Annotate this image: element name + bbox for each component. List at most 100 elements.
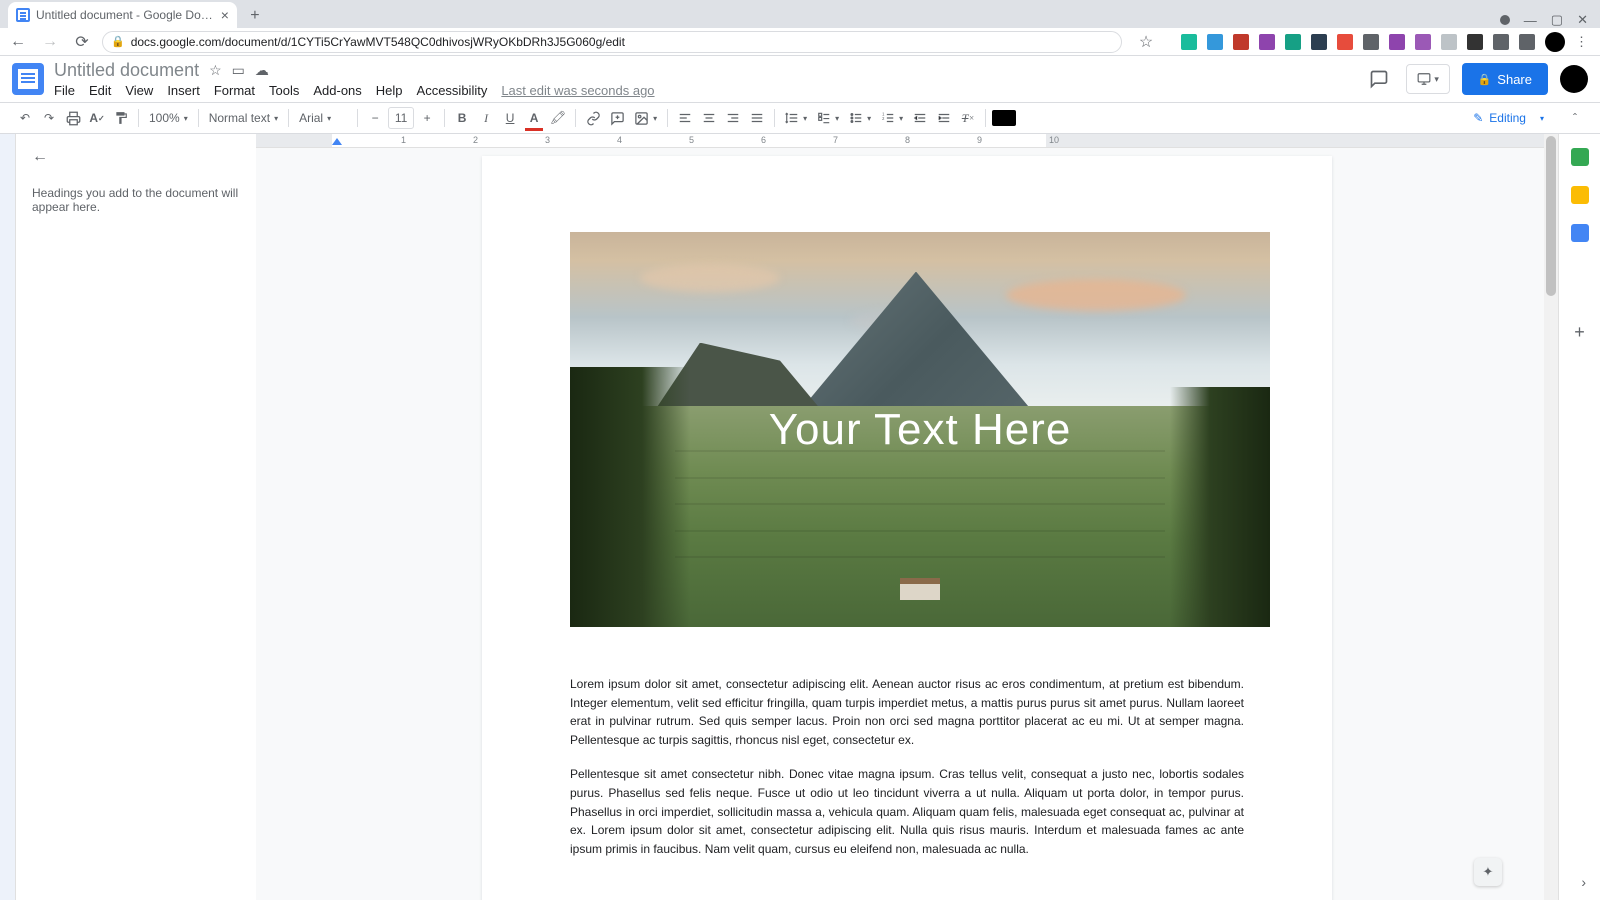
zoom-dropdown[interactable]: 100% xyxy=(145,111,192,125)
increase-font-button[interactable]: + xyxy=(416,107,438,129)
keep-icon[interactable] xyxy=(1571,186,1589,204)
browser-tab[interactable]: Untitled document - Google Do… × xyxy=(8,2,237,28)
align-center-button[interactable] xyxy=(698,107,720,129)
menu-format[interactable]: Format xyxy=(214,83,255,98)
close-window-icon[interactable]: ✕ xyxy=(1577,12,1588,28)
url-input[interactable]: 🔒 docs.google.com/document/d/1CYTi5CrYaw… xyxy=(102,31,1122,53)
outline-back-icon[interactable]: ← xyxy=(32,148,240,166)
italic-button[interactable]: I xyxy=(475,107,497,129)
paragraph-style-dropdown[interactable]: Normal text xyxy=(205,111,282,125)
extension-icon[interactable] xyxy=(1285,34,1301,50)
move-icon[interactable]: ▭ xyxy=(232,62,245,79)
extension-icon[interactable] xyxy=(1389,34,1405,50)
extension-icon[interactable] xyxy=(1493,34,1509,50)
extension-icon[interactable] xyxy=(1337,34,1353,50)
bold-button[interactable]: B xyxy=(451,107,473,129)
body-text[interactable]: Lorem ipsum dolor sit amet, consectetur … xyxy=(570,675,1244,858)
extension-icon[interactable] xyxy=(1519,34,1535,50)
close-tab-icon[interactable]: × xyxy=(221,7,229,23)
extension-icon[interactable] xyxy=(1441,34,1457,50)
side-panel-collapse-icon[interactable]: › xyxy=(1581,874,1586,890)
font-dropdown[interactable]: Arial xyxy=(295,111,351,125)
underline-button[interactable]: U xyxy=(499,107,521,129)
forward-button[interactable]: → xyxy=(38,30,62,54)
menu-add-ons[interactable]: Add-ons xyxy=(313,83,361,98)
star-icon[interactable]: ☆ xyxy=(209,62,222,79)
menu-edit[interactable]: Edit xyxy=(89,83,111,98)
align-left-button[interactable] xyxy=(674,107,696,129)
calendar-icon[interactable] xyxy=(1571,148,1589,166)
new-tab-button[interactable]: + xyxy=(243,4,267,28)
hero-text[interactable]: Your Text Here xyxy=(769,405,1072,455)
extension-icon[interactable] xyxy=(1207,34,1223,50)
explore-button[interactable]: ✦ xyxy=(1474,858,1502,886)
minimize-icon[interactable]: — xyxy=(1524,13,1537,28)
back-button[interactable]: ← xyxy=(6,30,30,54)
maximize-icon[interactable]: ▢ xyxy=(1551,12,1563,28)
menu-insert[interactable]: Insert xyxy=(167,83,200,98)
scrollbar-thumb[interactable] xyxy=(1546,136,1556,296)
mode-label: Editing xyxy=(1489,111,1526,125)
decrease-font-button[interactable]: − xyxy=(364,107,386,129)
profile-dot-icon[interactable] xyxy=(1500,15,1510,25)
ruler-number: 4 xyxy=(617,135,622,145)
increase-indent-button[interactable] xyxy=(933,107,955,129)
clear-formatting-button[interactable]: T× xyxy=(957,107,979,129)
spellcheck-button[interactable]: A✓ xyxy=(86,107,108,129)
browser-avatar[interactable] xyxy=(1545,32,1565,52)
extension-icon[interactable] xyxy=(1415,34,1431,50)
extension-icon[interactable] xyxy=(1233,34,1249,50)
document-title[interactable]: Untitled document xyxy=(54,60,199,81)
docs-logo-icon[interactable] xyxy=(12,63,44,95)
print-button[interactable] xyxy=(62,107,84,129)
align-right-button[interactable] xyxy=(722,107,744,129)
insert-link-button[interactable] xyxy=(582,107,604,129)
undo-button[interactable]: ↶ xyxy=(14,107,36,129)
font-size-input[interactable]: 11 xyxy=(388,107,414,129)
collapse-toolbar-button[interactable]: ˆ xyxy=(1564,107,1586,129)
star-bookmark-icon[interactable]: ☆ xyxy=(1134,30,1158,54)
redo-button[interactable]: ↷ xyxy=(38,107,60,129)
line-spacing-dropdown[interactable] xyxy=(781,111,811,125)
present-button[interactable] xyxy=(1406,64,1450,94)
menu-accessibility[interactable]: Accessibility xyxy=(417,83,488,98)
extension-icon[interactable] xyxy=(1311,34,1327,50)
menu-view[interactable]: View xyxy=(125,83,153,98)
extension-icon[interactable] xyxy=(1363,34,1379,50)
align-justify-button[interactable] xyxy=(746,107,768,129)
menu-help[interactable]: Help xyxy=(376,83,403,98)
paragraph-1[interactable]: Lorem ipsum dolor sit amet, consectetur … xyxy=(570,675,1244,749)
extension-icon[interactable] xyxy=(1467,34,1483,50)
window-controls: — ▢ ✕ xyxy=(1500,12,1600,28)
scrollbar-track[interactable] xyxy=(1544,134,1558,900)
reload-button[interactable]: ⟳ xyxy=(70,30,94,54)
bulleted-list-dropdown[interactable] xyxy=(845,111,875,125)
cloud-icon[interactable]: ☁ xyxy=(255,62,269,79)
input-tools-button[interactable] xyxy=(992,107,1016,129)
hero-image[interactable]: Your Text Here xyxy=(570,232,1270,627)
document-page[interactable]: Your Text Here Lorem ipsum dolor sit ame… xyxy=(482,156,1332,900)
tasks-icon[interactable] xyxy=(1571,224,1589,242)
numbered-list-dropdown[interactable]: 12 xyxy=(877,111,907,125)
add-comment-button[interactable] xyxy=(606,107,628,129)
editing-mode-dropdown[interactable]: ✎ Editing xyxy=(1465,111,1552,125)
decrease-indent-button[interactable] xyxy=(909,107,931,129)
comments-button[interactable] xyxy=(1364,64,1394,94)
share-lock-icon: 🔒 xyxy=(1478,73,1492,86)
paint-format-button[interactable] xyxy=(110,107,132,129)
last-edit-link[interactable]: Last edit was seconds ago xyxy=(501,83,654,98)
insert-image-dropdown[interactable] xyxy=(630,111,661,126)
share-button[interactable]: 🔒 Share xyxy=(1462,63,1548,95)
extension-icon[interactable] xyxy=(1259,34,1275,50)
menu-tools[interactable]: Tools xyxy=(269,83,299,98)
highlight-button[interactable]: 🖍 xyxy=(547,107,569,129)
checklist-dropdown[interactable] xyxy=(813,111,843,125)
horizontal-ruler[interactable]: 12345678910 xyxy=(256,134,1558,148)
paragraph-2[interactable]: Pellentesque sit amet consectetur nibh. … xyxy=(570,765,1244,858)
browser-menu-icon[interactable]: ⋮ xyxy=(1575,34,1588,50)
add-on-button[interactable]: + xyxy=(1574,322,1585,343)
extension-icon[interactable] xyxy=(1181,34,1197,50)
text-color-button[interactable]: A xyxy=(523,107,545,129)
user-avatar[interactable] xyxy=(1560,65,1588,93)
menu-file[interactable]: File xyxy=(54,83,75,98)
